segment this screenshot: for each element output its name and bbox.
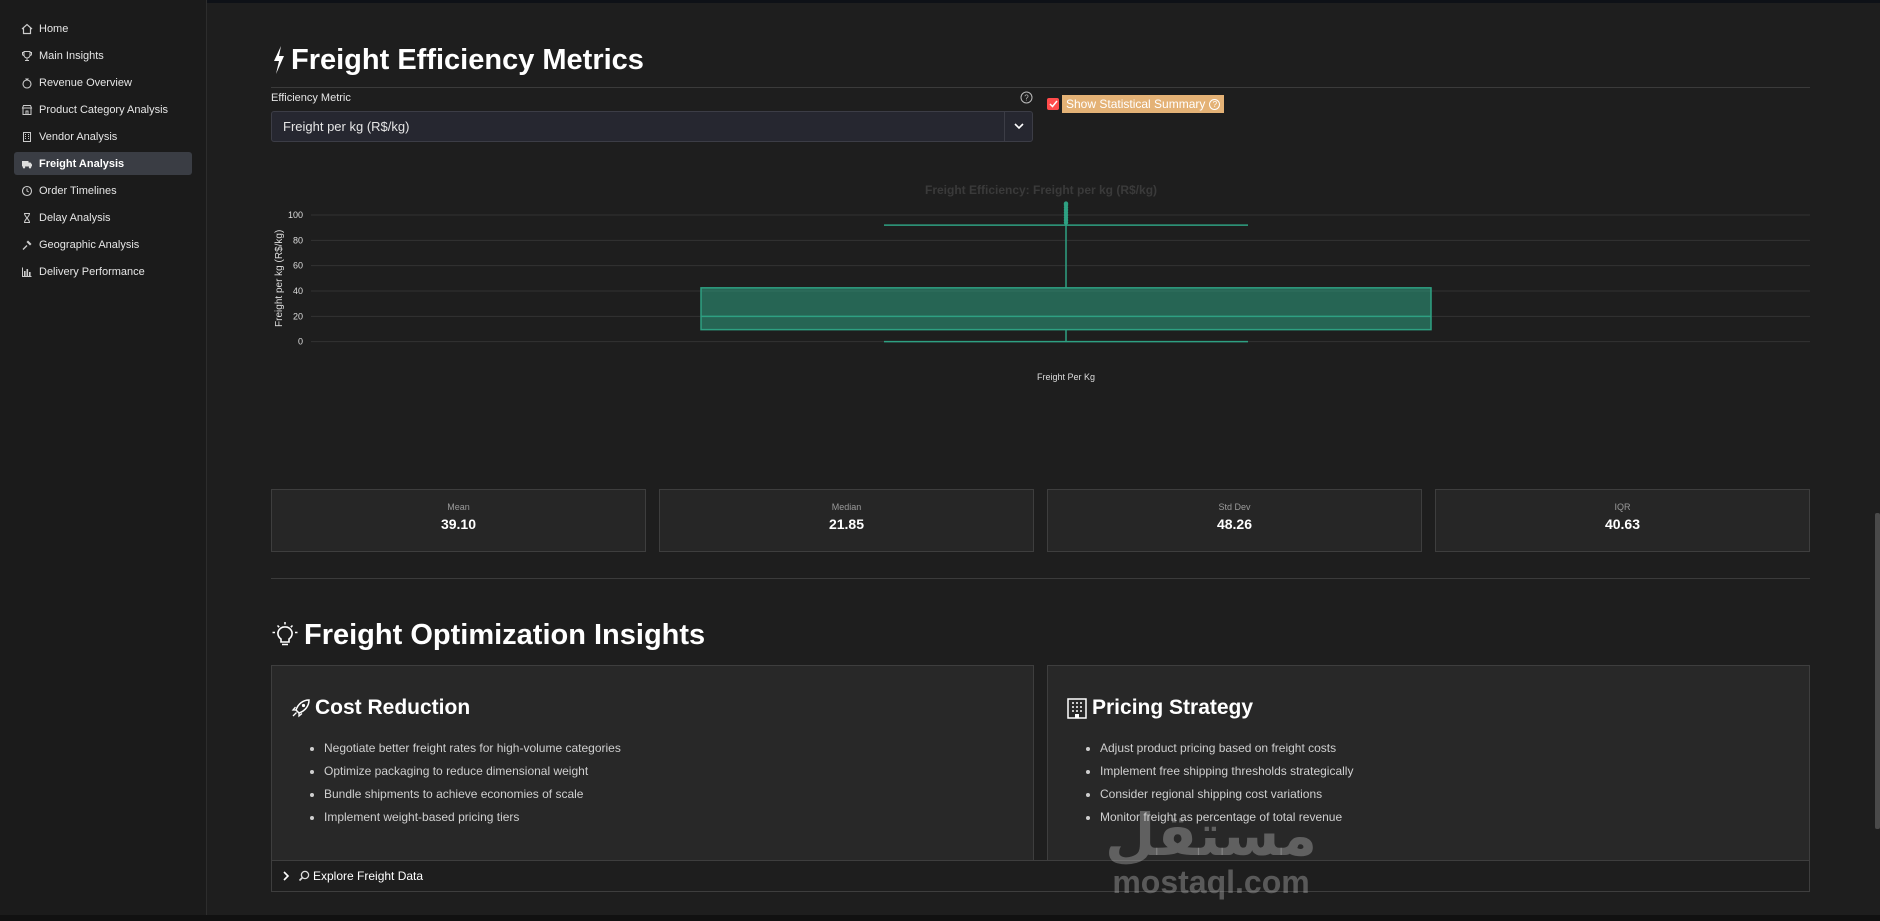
bar-chart-icon — [20, 265, 33, 278]
y-tick-label: 0 — [298, 337, 303, 347]
efficiency-metric-select[interactable]: Freight per kg (R$/kg) — [271, 111, 1033, 142]
sidebar-item-vendor-analysis[interactable]: Vendor Analysis — [14, 125, 192, 148]
y-tick-label: 100 — [288, 210, 303, 220]
section-title-text: Freight Optimization Insights — [304, 618, 706, 651]
store-icon — [20, 103, 33, 116]
box-plot-svg: Freight Efficiency: Freight per kg (R$/k… — [274, 183, 1810, 382]
bottom-bar — [0, 915, 1880, 921]
sidebar-item-label: Vendor Analysis — [39, 130, 118, 143]
stat-label: Std Dev — [1218, 502, 1251, 512]
card-title-text: Pricing Strategy — [1092, 696, 1254, 719]
freight-box-plot: Freight Efficiency: Freight per kg (R$/k… — [271, 170, 1810, 440]
sidebar-item-label: Delivery Performance — [39, 265, 145, 278]
watermark-arabic: مستقل — [1104, 801, 1318, 869]
divider — [271, 87, 1810, 88]
stat-card-median: Median 21.85 — [659, 489, 1034, 552]
y-axis-label: Freight per kg (R$/kg) — [274, 230, 285, 327]
expander-label: Explore Freight Data — [313, 869, 424, 883]
sidebar-item-revenue-overview[interactable]: Revenue Overview — [14, 71, 192, 94]
help-icon[interactable]: ? — [1020, 91, 1033, 104]
chevron-down-icon[interactable] — [1004, 112, 1032, 141]
stat-value: 40.63 — [1604, 516, 1641, 532]
watermark: مستقل mostaql.com — [1096, 805, 1326, 899]
lightning-icon — [271, 45, 287, 75]
stat-value: 21.85 — [828, 516, 865, 532]
sidebar-item-label: Home — [39, 22, 69, 35]
pin-icon — [20, 238, 33, 251]
checkbox-label: Show Statistical Summary ? — [1062, 95, 1225, 113]
sidebar-item-geographic-analysis[interactable]: Geographic Analysis — [14, 233, 192, 256]
x-tick-label: Freight Per Kg — [1037, 372, 1095, 382]
checkbox-label-text: Show Statistical Summary — [1066, 97, 1206, 111]
sidebar-item-label: Product Category Analysis — [39, 103, 169, 116]
efficiency-section-title: Freight Efficiency Metrics — [271, 40, 644, 80]
list-item: Adjust product pricing based on freight … — [1100, 740, 1353, 763]
building-icon — [20, 130, 33, 143]
sidebar-item-label: Order Timelines — [39, 184, 117, 197]
list-item: Bundle shipments to achieve economies of… — [324, 786, 621, 809]
list-item: Optimize packaging to reduce dimensional… — [324, 763, 621, 786]
svg-text:?: ? — [1024, 93, 1029, 102]
lightbulb-icon — [271, 621, 299, 649]
watermark-latin: mostaql.com — [1112, 864, 1310, 900]
list-item: Implement weight-based pricing tiers — [324, 809, 621, 832]
divider — [271, 578, 1810, 579]
explore-freight-data-expander[interactable]: Explore Freight Data — [271, 860, 1810, 892]
card-title: Pricing Strategy — [1066, 696, 1253, 720]
statistical-summary-toggle[interactable]: Show Statistical Summary ? — [1047, 95, 1225, 113]
cost-reduction-card: Cost Reduction Negotiate better freight … — [271, 665, 1034, 861]
sidebar-item-label: Freight Analysis — [39, 157, 125, 170]
stat-label: Median — [831, 502, 862, 512]
efficiency-metric-label: Efficiency Metric — [271, 92, 351, 104]
sidebar-item-label: Main Insights — [39, 49, 104, 62]
select-value: Freight per kg (R$/kg) — [283, 119, 410, 134]
sidebar-item-product-category[interactable]: Product Category Analysis — [14, 98, 192, 121]
stat-label: IQR — [1614, 502, 1631, 512]
card-title: Cost Reduction — [290, 696, 470, 720]
insights-section-title: Freight Optimization Insights — [271, 615, 705, 655]
iqr-box — [700, 287, 1432, 331]
stat-value: 48.26 — [1216, 516, 1253, 532]
sidebar: Home Main Insights Revenue Overview Prod… — [0, 0, 207, 921]
clock-icon — [20, 184, 33, 197]
list-item: Implement free shipping thresholds strat… — [1100, 763, 1353, 786]
sidebar-item-order-timelines[interactable]: Order Timelines — [14, 179, 192, 202]
stat-label: Mean — [447, 502, 470, 512]
sidebar-item-freight-analysis[interactable]: Freight Analysis — [14, 152, 192, 175]
stat-card-mean: Mean 39.10 — [271, 489, 646, 552]
money-icon — [20, 76, 33, 89]
cost-reduction-list: Negotiate better freight rates for high-… — [324, 740, 621, 832]
chevron-right-icon — [282, 871, 290, 881]
y-tick-label: 40 — [293, 286, 303, 296]
help-icon[interactable]: ? — [1209, 98, 1221, 110]
main-content: Freight Efficiency Metrics Efficiency Me… — [271, 0, 1810, 921]
stat-card-iqr: IQR 40.63 — [1435, 489, 1810, 552]
hourglass-icon — [20, 211, 33, 224]
y-tick-label: 80 — [293, 235, 303, 245]
chart-title: Freight Efficiency: Freight per kg (R$/k… — [925, 183, 1157, 197]
sidebar-item-main-insights[interactable]: Main Insights — [14, 44, 192, 67]
building-icon — [1066, 697, 1088, 719]
section-title-text: Freight Efficiency Metrics — [291, 43, 644, 76]
outlier-point — [1063, 201, 1069, 206]
trophy-icon — [20, 49, 33, 62]
sidebar-item-label: Revenue Overview — [39, 76, 132, 89]
search-icon — [298, 870, 310, 882]
truck-icon — [20, 157, 33, 170]
sidebar-item-delivery-performance[interactable]: Delivery Performance — [14, 260, 192, 283]
stat-value: 39.10 — [440, 516, 477, 532]
sidebar-item-home[interactable]: Home — [14, 17, 192, 40]
sidebar-item-label: Delay Analysis — [39, 211, 111, 224]
rocket-icon — [290, 697, 312, 719]
list-item: Negotiate better freight rates for high-… — [324, 740, 621, 763]
card-title-text: Cost Reduction — [315, 696, 471, 719]
y-tick-label: 20 — [293, 311, 303, 321]
stat-card-std-dev: Std Dev 48.26 — [1047, 489, 1422, 552]
sidebar-item-delay-analysis[interactable]: Delay Analysis — [14, 206, 192, 229]
sidebar-item-label: Geographic Analysis — [39, 238, 140, 251]
y-tick-label: 60 — [293, 261, 303, 271]
home-icon — [20, 22, 33, 35]
checkbox[interactable] — [1047, 98, 1059, 110]
scrollbar[interactable] — [1875, 513, 1880, 829]
